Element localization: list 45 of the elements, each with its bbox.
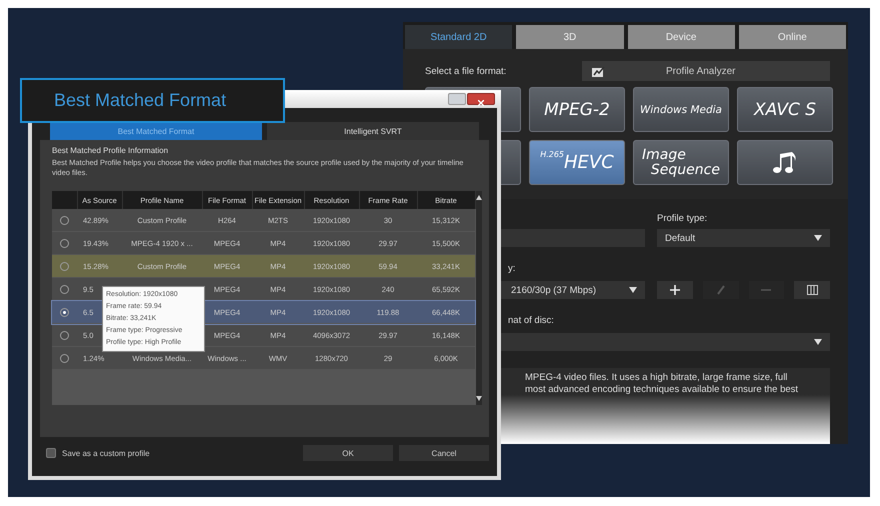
radio-button[interactable]	[60, 284, 69, 294]
radio-button[interactable]	[60, 354, 69, 362]
details-button[interactable]	[794, 281, 830, 299]
chart-icon	[592, 66, 606, 76]
panel-icon	[806, 285, 818, 295]
pencil-icon	[716, 285, 725, 295]
checkbox[interactable]	[46, 448, 56, 458]
format-tile[interactable]: XAVC S	[737, 87, 833, 132]
callout-label: Best Matched Format	[20, 78, 285, 123]
dropdown[interactable]: Default	[657, 229, 830, 247]
format-prompt: Select a file format:	[425, 66, 506, 76]
checkbox-label: Save as a custom profile	[62, 448, 151, 458]
close-button[interactable]	[467, 93, 495, 105]
radio-button[interactable]	[60, 330, 69, 340]
dropdown-arrow-icon	[814, 235, 822, 241]
dialog-button[interactable]: Cancel	[399, 445, 489, 461]
dialog-button[interactable]: OK	[303, 445, 393, 461]
profile-analyzer-button[interactable]: Profile Analyzer	[582, 61, 830, 81]
field-label: Profile type:	[657, 213, 708, 224]
radio-button[interactable]	[60, 238, 69, 248]
help-button[interactable]	[448, 93, 466, 105]
format-tile[interactable]: Windows Media	[633, 87, 729, 132]
format-tile[interactable]	[737, 140, 833, 185]
description-line: MPEG-4 video files. It uses a high bitrate, large frame size, full	[525, 372, 788, 384]
radio-button[interactable]	[60, 216, 69, 224]
add-button[interactable]	[657, 281, 693, 299]
tab[interactable]: Intelligent SVRT	[267, 122, 479, 140]
section-heading: Best Matched Profile Information	[52, 146, 170, 155]
field-label: nat of disc:	[508, 315, 554, 326]
field-label: y:	[508, 263, 516, 274]
radio-button[interactable]	[60, 308, 69, 316]
dropdown-arrow-icon	[814, 339, 822, 345]
format-tile[interactable]: Image Sequence	[633, 140, 729, 185]
format-tile[interactable]: MPEG-2	[529, 87, 625, 132]
minus-icon	[761, 289, 772, 291]
format-tile[interactable]: $^{H.265}$HEVC	[529, 140, 625, 185]
scroll-down-icon	[476, 396, 482, 401]
radio-button[interactable]	[60, 262, 69, 270]
tab[interactable]: Standard 2D	[405, 25, 512, 49]
dropdown-arrow-icon	[629, 287, 637, 293]
edit-button[interactable]	[702, 281, 738, 299]
description-line: most advanced encoding techniques available to ensure the best	[525, 384, 800, 396]
close-icon	[478, 100, 484, 106]
scrollbar[interactable]	[476, 191, 482, 405]
plus-icon	[670, 285, 680, 295]
